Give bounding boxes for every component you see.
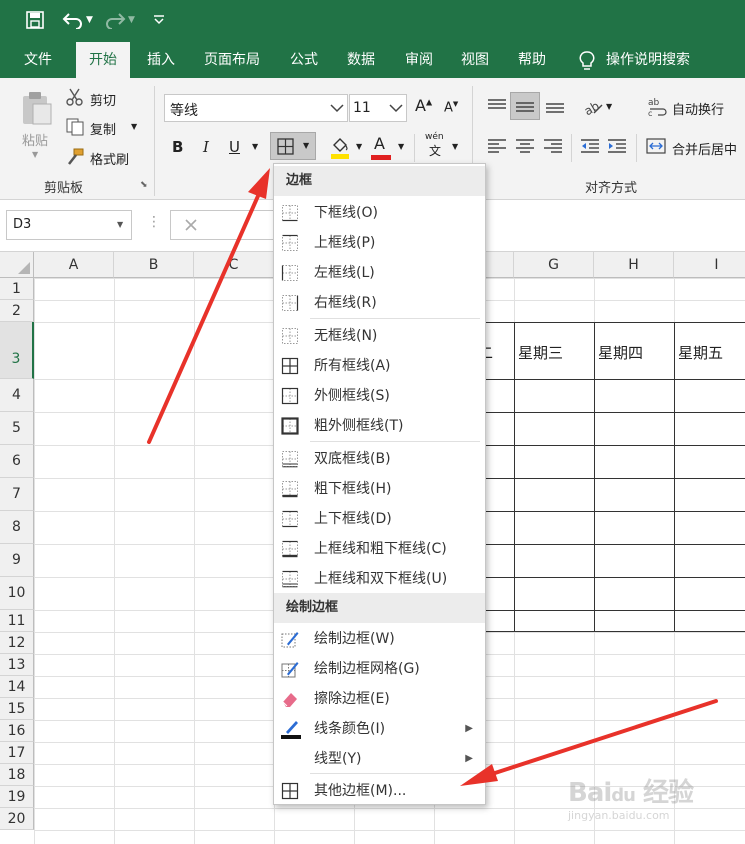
annotation-arrows xyxy=(147,168,718,786)
watermark-logo: Baidu 经验 xyxy=(568,778,694,808)
watermark: Baidu 经验 jingyan.baidu.com xyxy=(568,772,718,832)
watermark-url: jingyan.baidu.com xyxy=(568,809,670,822)
annotation-arrow-up xyxy=(147,168,270,444)
